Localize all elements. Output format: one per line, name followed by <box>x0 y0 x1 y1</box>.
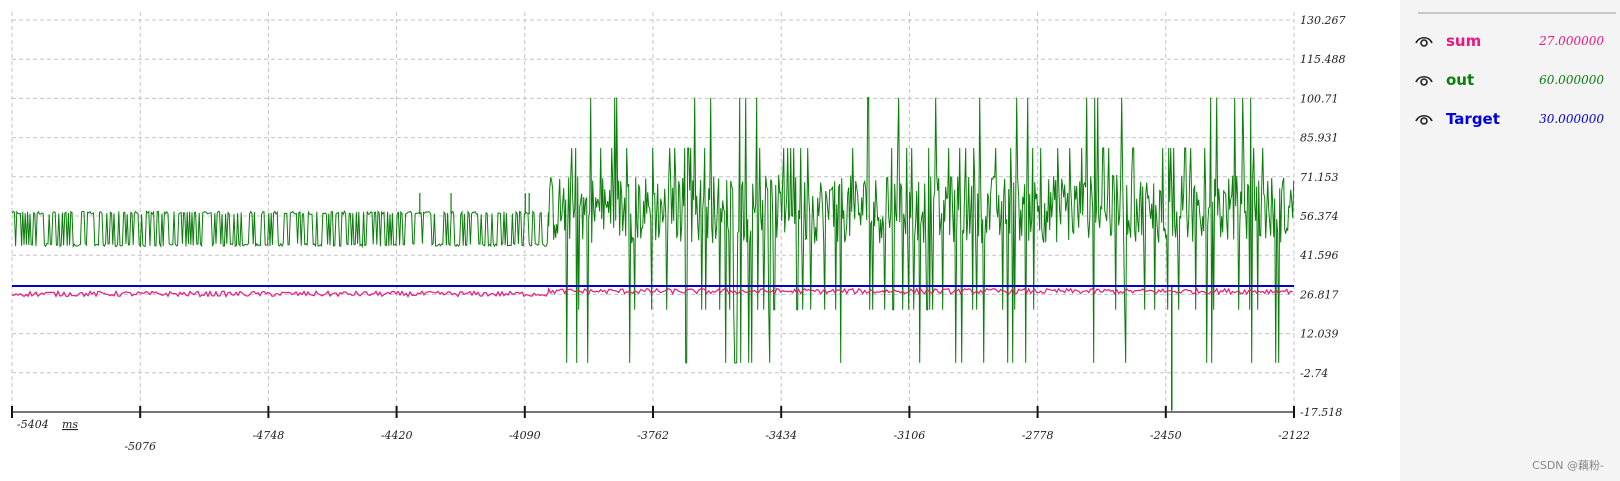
legend-value-out: 60.000000 <box>1539 73 1604 87</box>
x-tick-label: -2450 <box>1150 429 1182 442</box>
y-tick-label: 71.153 <box>1300 171 1339 184</box>
legend-value-target: 30.000000 <box>1539 112 1604 126</box>
x-tick-label: -4090 <box>509 429 541 442</box>
y-tick-label: 56.374 <box>1300 210 1339 223</box>
x-unit-label: ms <box>62 418 78 431</box>
eye-icon[interactable] <box>1414 71 1434 89</box>
x-tick-label: -5404 <box>17 418 49 431</box>
eye-icon[interactable] <box>1414 32 1434 50</box>
y-tick-label: 26.817 <box>1299 288 1339 301</box>
legend-panel: sum 27.000000 out 60.000000 Target 30.00… <box>1400 0 1620 481</box>
legend-label-out: out <box>1446 71 1475 89</box>
line-chart: 130.267 115.488 100.71 85.931 71.153 56.374 41… <box>11 12 1346 453</box>
y-tick-label: -17.518 <box>1300 406 1342 419</box>
legend-value-sum: 27.000000 <box>1539 34 1604 48</box>
x-tick-label: -2122 <box>1278 429 1310 442</box>
y-tick-label: 85.931 <box>1300 132 1339 145</box>
watermark: CSDN @藕粉- <box>1532 459 1604 472</box>
y-tick-label: 12.039 <box>1300 328 1339 341</box>
x-tick-label: -3434 <box>765 429 797 442</box>
y-tick-label: -2.74 <box>1300 367 1328 380</box>
x-tick-label: -2778 <box>1022 429 1054 442</box>
legend-label-sum: sum <box>1446 32 1482 50</box>
legend-item-sum[interactable]: sum 27.000000 <box>1414 30 1614 54</box>
x-tick-label: -4748 <box>253 429 285 442</box>
y-tick-label: 130.267 <box>1300 14 1346 27</box>
x-tick-label: -3762 <box>637 429 669 442</box>
y-tick-label: 41.596 <box>1299 249 1339 262</box>
eye-icon[interactable] <box>1414 110 1434 128</box>
legend-item-target[interactable]: Target 30.000000 <box>1414 108 1614 132</box>
x-tick-label: -3106 <box>894 429 926 442</box>
x-tick-label: -5076 <box>124 440 156 453</box>
y-tick-label: 100.71 <box>1300 92 1339 105</box>
x-tick-label: -4420 <box>381 429 413 442</box>
legend-item-out[interactable]: out 60.000000 <box>1414 69 1614 93</box>
legend-label-target: Target <box>1446 110 1500 128</box>
series-sum-line <box>11 286 1293 298</box>
panel-divider <box>1418 12 1616 14</box>
series-out-line <box>11 210 549 249</box>
y-tick-label: 115.488 <box>1300 53 1346 66</box>
